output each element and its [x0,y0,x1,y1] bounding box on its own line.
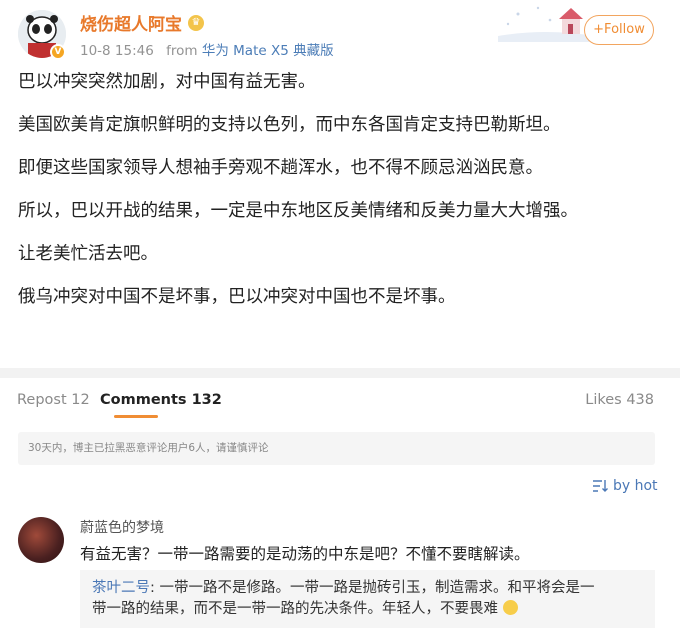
crown-icon: ♛ [188,14,204,31]
post-source[interactable]: 华为 Mate X5 典藏版 [202,43,334,59]
verified-badge-icon: V [50,44,66,60]
tab-comments[interactable]: Comments 132 [100,392,222,408]
post-body: 巴以冲突突然加剧，对中国有益无害。 美国欧美肯定旗帜鲜明的支持以色列，而中东各国… [18,72,668,330]
tab-repost[interactable]: Repost 12 [17,392,90,408]
post-card: V 烧伤超人阿宝 ♛ 10-8 15:46 from 华为 Mate X5 典藏… [0,0,680,368]
active-tab-indicator [114,415,158,418]
winter-decoration-icon [498,6,594,42]
reply-colon: : [150,580,155,596]
author-name[interactable]: 烧伤超人阿宝 [80,10,182,35]
reply-text-line2: 带一路的结果，而不是一带一路的先决条件。年轻人，不要畏难 [92,601,498,617]
follow-button[interactable]: +Follow [584,15,654,45]
post-paragraph: 巴以冲突突然加剧，对中国有益无害。 [18,72,316,92]
sort-by-hot-button[interactable]: by hot [592,478,658,494]
reply-username[interactable]: 茶叶二号 [92,580,150,596]
interaction-tabs: Repost 12 Comments 132 Likes 438 [0,378,680,422]
post-meta: 10-8 15:46 from 华为 Mate X5 典藏版 [80,39,334,59]
tab-likes[interactable]: Likes 438 [585,392,654,408]
comment-notice: 30天内，博主已拉黑恶意评论用户6人，请谨慎评论 [18,432,655,465]
smile-emoji-icon [502,600,518,615]
post-paragraph: 美国欧美肯定旗帜鲜明的支持以色列，而中东各国肯定支持巴勒斯坦。 [18,115,561,135]
from-label: from [166,43,198,59]
reply-line: 茶叶二号: 一带一路不是修路。一带一路是抛砖引玉，制造需求。和平将会是一 [92,578,643,599]
post-paragraph: 俄乌冲突对中国不是坏事，巴以冲突对中国也不是坏事。 [18,287,456,307]
commenter-name[interactable]: 蔚蓝色的梦境 [80,517,164,537]
post-paragraph: 让老美忙活去吧。 [18,244,158,264]
sort-icon [593,480,608,492]
comments-section: 30天内，博主已拉黑恶意评论用户6人，请谨慎评论 by hot 蔚蓝色的梦境 有… [0,422,680,634]
sort-label: by hot [613,478,658,494]
reply-box[interactable]: 茶叶二号: 一带一路不是修路。一带一路是抛砖引玉，制造需求。和平将会是一 带一路… [80,570,655,628]
post-timestamp[interactable]: 10-8 15:46 [80,43,154,59]
reply-text-line1: 一带一路不是修路。一带一路是抛砖引玉，制造需求。和平将会是一 [159,580,595,596]
post-paragraph: 即便这些国家领导人想袖手旁观不趟浑水，也不得不顾忌汹汹民意。 [18,158,543,178]
post-paragraph: 所以，巴以开战的结果，一定是中东地区反美情绪和反美力量大大增强。 [18,201,578,221]
author-row: 烧伤超人阿宝 ♛ [80,10,204,35]
commenter-avatar[interactable] [18,517,64,563]
reply-line: 带一路的结果，而不是一带一路的先决条件。年轻人，不要畏难 [92,599,643,620]
comment-text: 有益无害？一带一路需要的是动荡的中东是吧？不懂不要瞎解读。 [80,545,530,563]
